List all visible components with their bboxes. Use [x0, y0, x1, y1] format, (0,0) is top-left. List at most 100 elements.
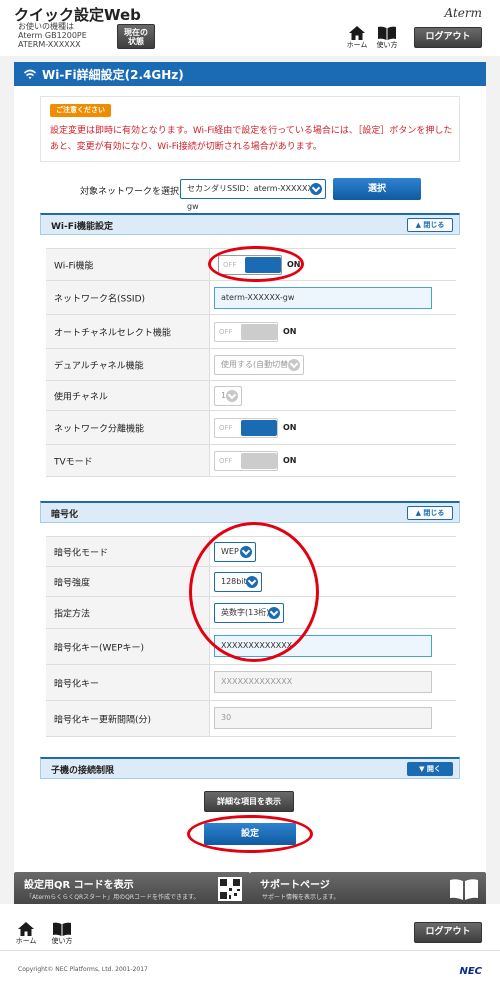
encryption-header: 暗号化 ▲ 閉じる	[40, 501, 460, 523]
expand-label: 開く	[426, 765, 441, 773]
row-label: 指定方法	[46, 597, 210, 628]
wifi-settings-collapse-button[interactable]: ▲ 閉じる	[407, 218, 453, 232]
qr-code-card[interactable]: 設定用QR コードを表示 「AtermらくらくQRスタート」用のQRコードを作成…	[14, 872, 250, 906]
toggle-off-label: OFF	[219, 328, 233, 336]
home-icon	[18, 922, 34, 936]
wifi-settings-table: Wi-Fi機能 OFF ON ネットワーク名(SSID) aterm-XXXXX…	[46, 248, 456, 478]
client-limit-title: 子機の接続制限	[51, 766, 115, 776]
home-label: ホーム	[346, 41, 368, 49]
row-label: TVモード	[46, 445, 210, 476]
qr-card-title: 設定用QR コードを表示	[24, 880, 134, 891]
collapse-label: 閉じる	[423, 509, 445, 517]
table-row: ネットワーク分離機能 OFF ON	[46, 411, 456, 445]
row-label: 暗号化キー(WEPキー)	[46, 629, 210, 664]
chevron-down-icon	[310, 183, 322, 195]
notice-text: 設定変更は即時に有効となります。Wi-Fi経由で設定を行っている場合には、［設定…	[50, 126, 453, 152]
nec-logo: NEC	[459, 966, 482, 977]
highlight-ring	[208, 246, 304, 282]
encryption-key-input[interactable]: XXXXXXXXXXXXX	[214, 671, 432, 693]
auto-channel-toggle[interactable]: OFF ON	[214, 322, 297, 342]
row-label: オートチャネルセレクト機能	[46, 315, 210, 348]
row-label-text: 指定方法	[54, 609, 91, 619]
row-label-text: Wi-Fi機能	[54, 261, 94, 271]
footer-divider	[0, 950, 500, 951]
table-row: 使用チャネル 1	[46, 381, 456, 411]
wifi-settings-title: Wi-Fi機能設定	[51, 222, 113, 232]
toggle-on-label: ON	[283, 456, 297, 465]
page-title-bar: Wi-Fi詳細設定(2.4GHz)	[14, 62, 486, 86]
toggle-knob	[241, 420, 277, 436]
encryption-title: 暗号化	[51, 510, 79, 520]
status-button-line1: 現在の	[124, 28, 148, 37]
device-model: Aterm GB1200PE	[18, 31, 87, 40]
row-label-text: 暗号化キー更新間隔(分)	[54, 715, 152, 725]
show-detail-button[interactable]: 詳細な項目を表示	[204, 791, 294, 812]
row-label-text: ネットワーク分離機能	[54, 424, 145, 434]
chevron-down-icon	[226, 390, 238, 402]
page-title: Wi-Fi詳細設定(2.4GHz)	[42, 68, 184, 82]
table-row: ネットワーク名(SSID) aterm-XXXXXX-gw	[46, 281, 456, 315]
tv-mode-toggle[interactable]: OFF ON	[214, 451, 297, 471]
status-button-line2: 状態	[128, 37, 144, 46]
dual-channel-select[interactable]: 使用する(自動切替)	[214, 355, 304, 375]
wifi-settings-header: Wi-Fi機能設定 ▲ 閉じる	[40, 213, 460, 235]
aterm-logo: Aterm	[444, 6, 483, 20]
chevron-down-icon	[288, 359, 300, 371]
key-update-interval-input[interactable]: 30	[214, 707, 432, 729]
footer-home-link[interactable]: ホーム	[14, 922, 38, 946]
encryption-collapse-button[interactable]: ▲ 閉じる	[407, 506, 453, 520]
footer-guide-link[interactable]: 使い方	[50, 922, 74, 946]
book-icon	[450, 879, 478, 900]
row-label-text: 使用チャネル	[54, 392, 108, 402]
table-row: 暗号化キー更新間隔(分) 30	[46, 701, 456, 737]
support-page-card[interactable]: サポートページ サポート情報を表示します。	[250, 872, 486, 906]
toggle-on-label: ON	[283, 423, 297, 432]
device-label: お使いの機種は	[18, 22, 74, 31]
copyright: Copyright© NEC Platforms, Ltd. 2001-2017	[18, 966, 148, 973]
target-network-select[interactable]: セカンダリSSID：aterm-XXXXXX-gw	[180, 179, 326, 211]
select-network-button[interactable]: 選択	[333, 178, 421, 200]
toggle-on-label: ON	[283, 327, 297, 336]
row-label-text: TVモード	[54, 457, 93, 467]
footer: ホーム 使い方 ログアウト	[0, 904, 500, 991]
row-label-text: デュアルチャネル機能	[54, 361, 144, 371]
ssid-input[interactable]: aterm-XXXXXX-gw	[214, 287, 432, 309]
collapse-label: 閉じる	[423, 221, 445, 229]
highlight-ring	[189, 522, 319, 662]
client-limit-expand-button[interactable]: ▼ 開く	[407, 762, 453, 776]
home-label: ホーム	[15, 937, 37, 945]
notice-badge: ご注意ください	[50, 104, 111, 117]
network-isolation-toggle[interactable]: OFF ON	[214, 418, 297, 438]
client-limit-header[interactable]: 子機の接続制限 ▼ 開く	[40, 757, 460, 779]
book-icon	[53, 922, 71, 936]
highlight-ring	[187, 815, 313, 853]
guide-link[interactable]: 使い方	[376, 26, 398, 50]
guide-label: 使い方	[376, 41, 398, 49]
row-label-text: ネットワーク名(SSID)	[54, 294, 146, 304]
row-label-text: 暗号化キー(WEPキー)	[54, 643, 145, 653]
channel-select[interactable]: 1	[214, 386, 242, 406]
toggle-off-label: OFF	[219, 457, 233, 465]
header: クイック設定Web お使いの機種は Aterm GB1200PE ATERM-X…	[0, 0, 500, 56]
row-label-text: 暗号強度	[54, 578, 91, 588]
row-label: 暗号化キー更新間隔(分)	[46, 701, 210, 736]
guide-label: 使い方	[51, 937, 73, 945]
table-row: デュアルチャネル機能 使用する(自動切替)	[46, 349, 456, 381]
row-label-text: オートチャネルセレクト機能	[54, 328, 171, 338]
row-label-text: 暗号化モード	[54, 548, 109, 558]
table-row: オートチャネルセレクト機能 OFF ON	[46, 315, 456, 349]
row-label: ネットワーク分離機能	[46, 411, 210, 444]
row-label: Wi-Fi機能	[46, 249, 210, 280]
footer-logout-button[interactable]: ログアウト	[414, 922, 482, 943]
device-name: ATERM-XXXXXX	[18, 40, 81, 49]
logout-button[interactable]: ログアウト	[414, 27, 482, 48]
table-row: TVモード OFF ON	[46, 445, 456, 477]
target-network-label: 対象ネットワークを選択	[80, 187, 180, 197]
row-label: 暗号化モード	[46, 537, 210, 566]
row-label: ネットワーク名(SSID)	[46, 281, 210, 314]
home-link[interactable]: ホーム	[346, 26, 368, 50]
dual-channel-value: 使用する(自動切替)	[221, 360, 292, 369]
row-label: 暗号化キー	[46, 665, 210, 700]
current-status-button[interactable]: 現在の 状態	[117, 24, 155, 49]
wifi-icon	[23, 69, 37, 79]
